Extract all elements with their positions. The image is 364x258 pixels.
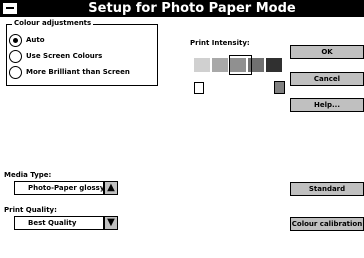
- colour-adjustments-label: Colour adjustments: [12, 19, 94, 27]
- auto-radio-label[interactable]: Auto: [26, 36, 45, 44]
- window-title: Setup for Photo Paper Mode: [88, 1, 296, 16]
- media-type-label: Media Type:: [4, 171, 52, 179]
- media-type-up-arrow-icon[interactable]: ▲: [104, 181, 118, 195]
- title-bar: Setup for Photo Paper Mode: [0, 0, 364, 17]
- media-type-value: Photo-Paper glossy: [28, 184, 105, 192]
- intensity-swatch-5[interactable]: [266, 58, 282, 72]
- media-type-dropdown[interactable]: Photo-Paper glossy: [14, 181, 104, 195]
- print-quality-down-arrow-icon[interactable]: ▼: [104, 216, 118, 230]
- more-brilliant-radio[interactable]: [9, 66, 22, 79]
- intensity-swatch-1[interactable]: [194, 58, 210, 72]
- standard-button[interactable]: Standard: [290, 182, 364, 196]
- print-quality-dropdown[interactable]: Best Quality: [14, 216, 104, 230]
- light-intensity-icon: [194, 82, 204, 94]
- dark-intensity-icon: [274, 81, 285, 94]
- print-intensity-selection: [229, 55, 252, 75]
- ok-button[interactable]: OK: [290, 45, 364, 59]
- help-button[interactable]: Help...: [290, 98, 364, 112]
- cancel-button[interactable]: Cancel: [290, 72, 364, 86]
- print-quality-value: Best Quality: [28, 219, 77, 227]
- colour-calibration-button[interactable]: Colour calibration: [290, 217, 364, 231]
- print-intensity-label: Print Intensity:: [190, 39, 250, 47]
- intensity-swatch-2[interactable]: [212, 58, 228, 72]
- use-screen-colours-label[interactable]: Use Screen Colours: [26, 52, 102, 60]
- use-screen-colours-radio[interactable]: [9, 50, 22, 63]
- system-menu-icon[interactable]: [3, 3, 17, 14]
- auto-radio[interactable]: [9, 34, 22, 47]
- print-quality-label: Print Quality:: [4, 206, 57, 214]
- more-brilliant-label[interactable]: More Brilliant than Screen: [26, 68, 130, 76]
